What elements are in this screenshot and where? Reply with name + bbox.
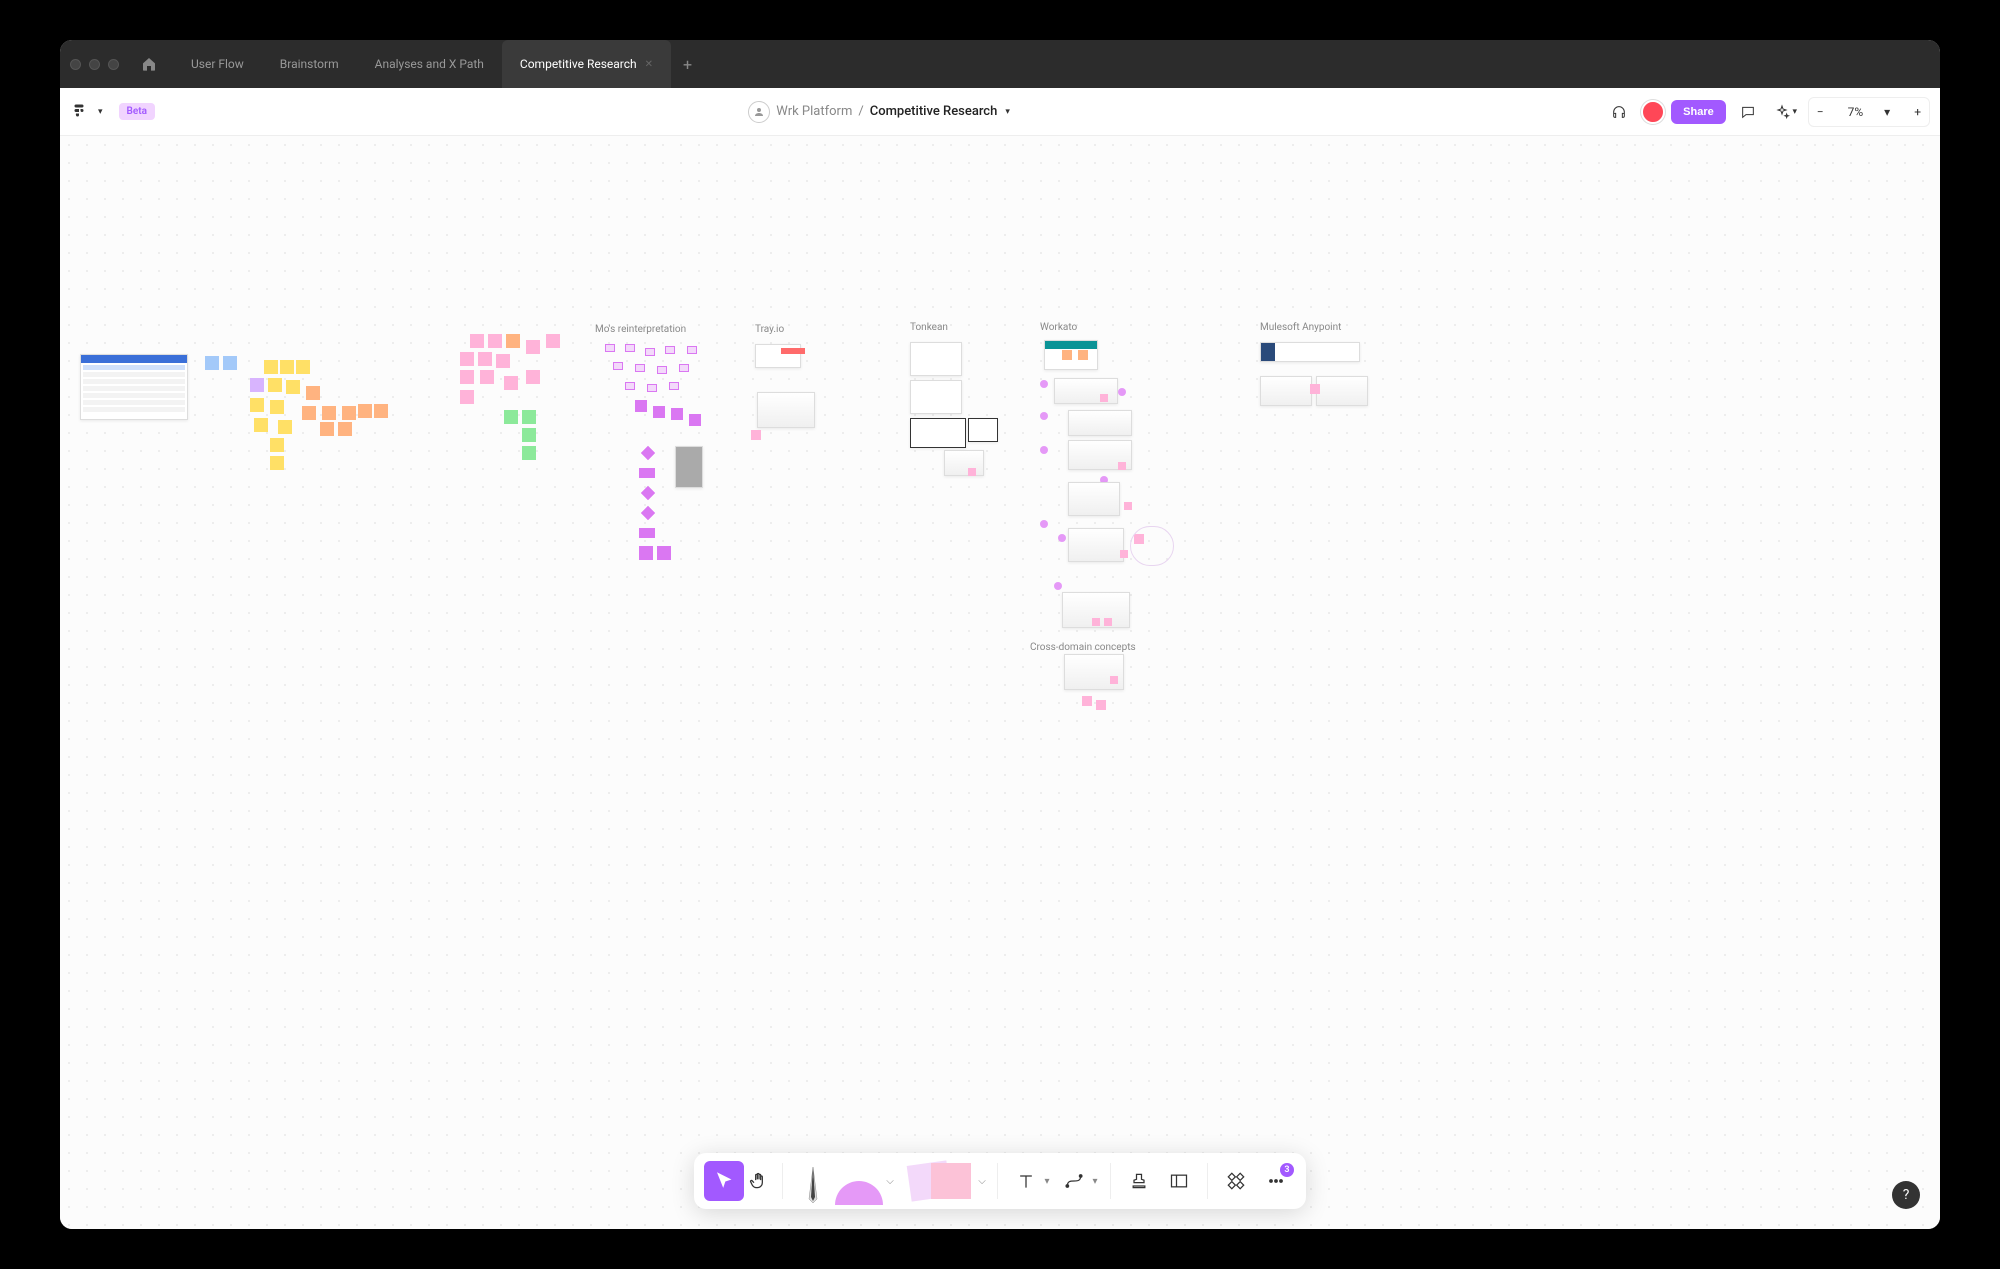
add-tab-button[interactable]: +	[671, 55, 704, 74]
connector-tool[interactable]	[1054, 1161, 1094, 1201]
breadcrumb-file[interactable]: Competitive Research	[870, 104, 998, 119]
breadcrumb-team[interactable]: Wrk Platform	[776, 104, 852, 119]
tab-brainstorm[interactable]: Brainstorm	[262, 40, 357, 88]
zoom-out-button[interactable]: −	[1809, 105, 1832, 119]
traffic-close[interactable]	[70, 59, 81, 70]
tab-analyses[interactable]: Analyses and X Path	[357, 40, 502, 88]
frame-mo-reinterpretation[interactable]: Mo's reinterpretation	[595, 338, 715, 608]
frame-workato[interactable]: Workato	[1040, 336, 1200, 756]
app-window: User Flow Brainstorm Analyses and X Path…	[60, 40, 1940, 1229]
chevron-down-icon[interactable]: ▾	[98, 107, 103, 117]
beta-badge: Beta	[119, 103, 155, 120]
frame-tonkean[interactable]: Tonkean	[910, 336, 1020, 506]
frame-label: Tray.io	[755, 324, 784, 335]
traffic-min[interactable]	[89, 59, 100, 70]
top-toolbar: ▾ Beta Wrk Platform / Competitive Resear…	[60, 88, 1940, 136]
canvas[interactable]: Mo's reinterpretation	[60, 136, 1940, 1229]
sticky-tool[interactable]	[905, 1161, 975, 1201]
cluster-yellow-stickies[interactable]	[250, 358, 410, 478]
titlebar: User Flow Brainstorm Analyses and X Path…	[60, 40, 1940, 88]
tab-strip: User Flow Brainstorm Analyses and X Path…	[173, 40, 704, 88]
stamp-tool[interactable]	[1119, 1161, 1159, 1201]
share-button[interactable]: Share	[1671, 100, 1726, 124]
file-chevron-icon[interactable]: ▾	[1005, 107, 1010, 117]
traffic-max[interactable]	[108, 59, 119, 70]
widgets-tool[interactable]	[1216, 1161, 1256, 1201]
tab-user-flow[interactable]: User Flow	[173, 40, 262, 88]
frame-label: Tonkean	[910, 322, 948, 333]
frame-label: Mo's reinterpretation	[595, 324, 686, 335]
select-tool[interactable]	[704, 1161, 744, 1201]
figma-menu-icon[interactable]	[70, 103, 88, 121]
more-tools[interactable]: 3	[1256, 1161, 1296, 1201]
frame-label: Mulesoft Anypoint	[1260, 322, 1341, 333]
more-badge: 3	[1280, 1163, 1294, 1177]
frame-label: Cross-domain concepts	[1030, 642, 1136, 653]
marker-tool[interactable]	[835, 1157, 883, 1205]
frame-tray[interactable]: Tray.io	[755, 338, 835, 458]
breadcrumb: Wrk Platform / Competitive Research ▾	[748, 101, 1010, 123]
hand-tool[interactable]	[744, 1166, 774, 1196]
owner-avatar[interactable]	[748, 101, 770, 123]
tab-competitive-research[interactable]: Competitive Research✕	[502, 40, 671, 88]
zoom-in-button[interactable]: +	[1906, 105, 1929, 119]
sparkle-icon[interactable]: ▾	[1770, 96, 1802, 128]
headphones-icon[interactable]	[1603, 96, 1635, 128]
sticky-chevron-icon[interactable]: ⌵	[975, 1176, 989, 1187]
cluster-pink-stickies[interactable]	[460, 334, 600, 474]
frame-matrix[interactable]	[80, 354, 188, 420]
pencil-tool[interactable]	[791, 1159, 835, 1203]
draw-chevron-icon[interactable]: ⌵	[883, 1176, 897, 1187]
frame-mulesoft[interactable]: Mulesoft Anypoint	[1260, 336, 1390, 446]
template-tool[interactable]	[1159, 1161, 1199, 1201]
text-tool[interactable]	[1006, 1161, 1046, 1201]
close-icon[interactable]: ✕	[645, 59, 653, 70]
frame-label: Workato	[1040, 322, 1077, 333]
traffic-lights	[70, 59, 119, 70]
user-avatar[interactable]	[1641, 100, 1665, 124]
comment-icon[interactable]	[1732, 96, 1764, 128]
zoom-value[interactable]: 7% ▾	[1832, 105, 1907, 119]
home-icon[interactable]	[141, 56, 157, 72]
bottom-toolbar: ⌵ ⌵ ▾ ▾	[694, 1153, 1306, 1209]
help-button[interactable]: ?	[1892, 1181, 1920, 1209]
zoom-controls: − 7% ▾ +	[1808, 97, 1930, 127]
